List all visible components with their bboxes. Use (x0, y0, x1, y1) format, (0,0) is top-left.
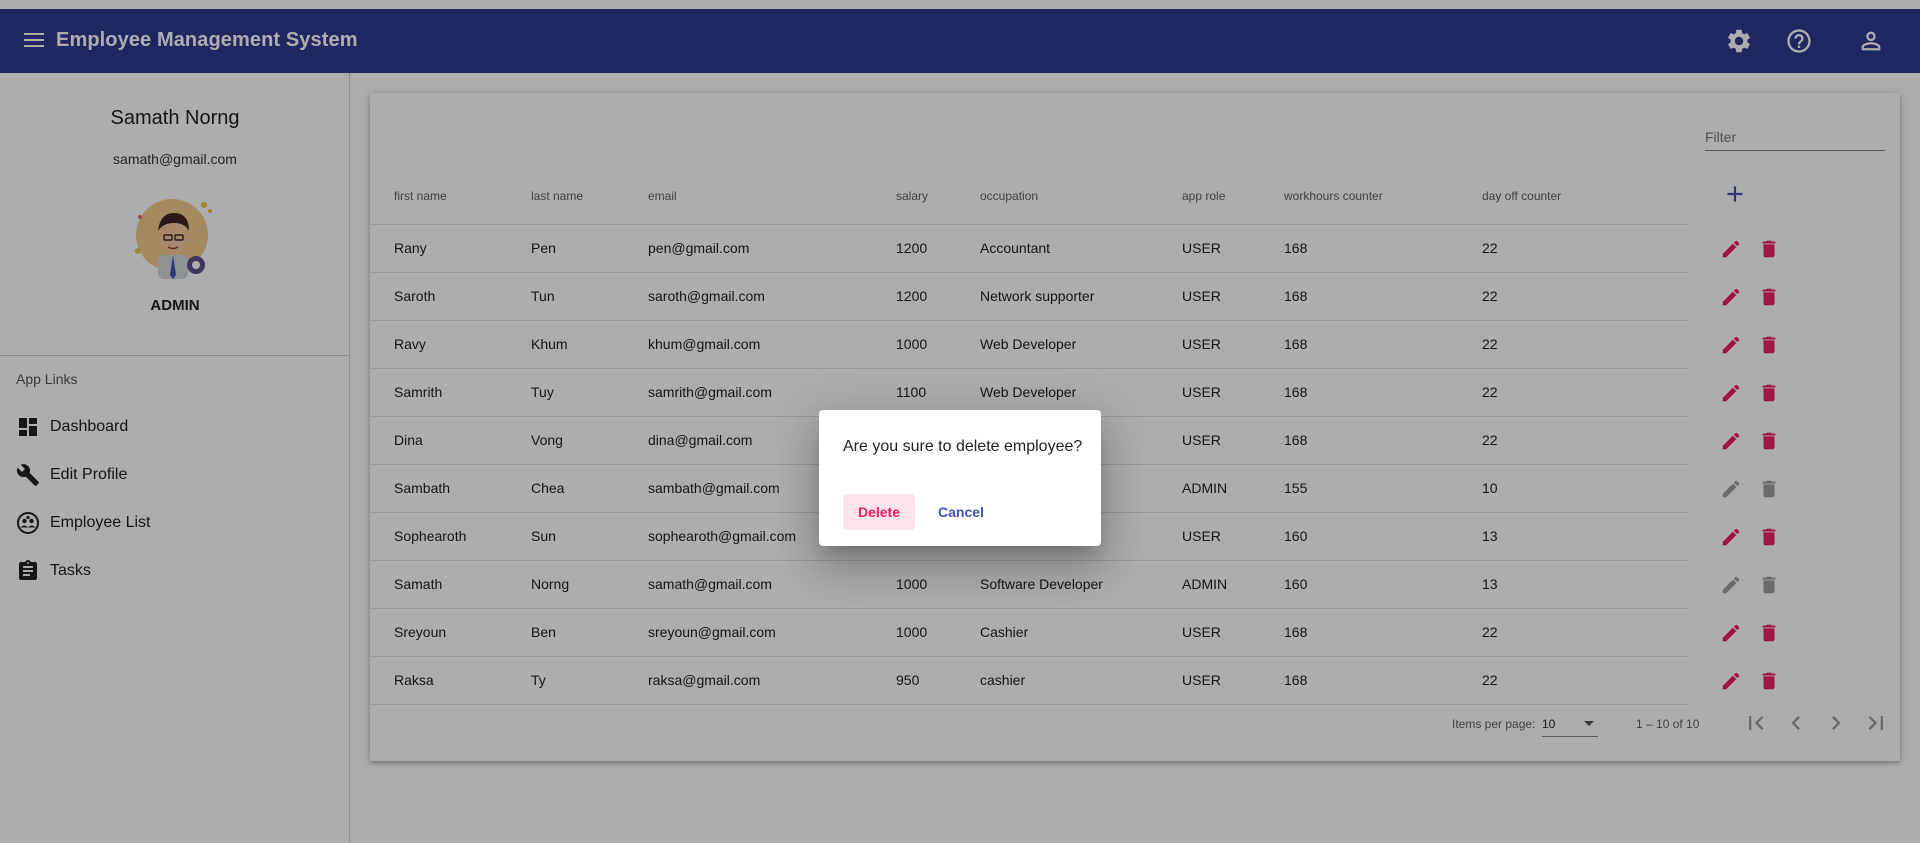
confirm-delete-dialog: Are you sure to delete employee? Delete … (819, 410, 1101, 546)
delete-button[interactable]: Delete (843, 494, 915, 530)
cancel-button[interactable]: Cancel (925, 494, 997, 530)
dialog-message: Are you sure to delete employee? (843, 438, 1083, 455)
